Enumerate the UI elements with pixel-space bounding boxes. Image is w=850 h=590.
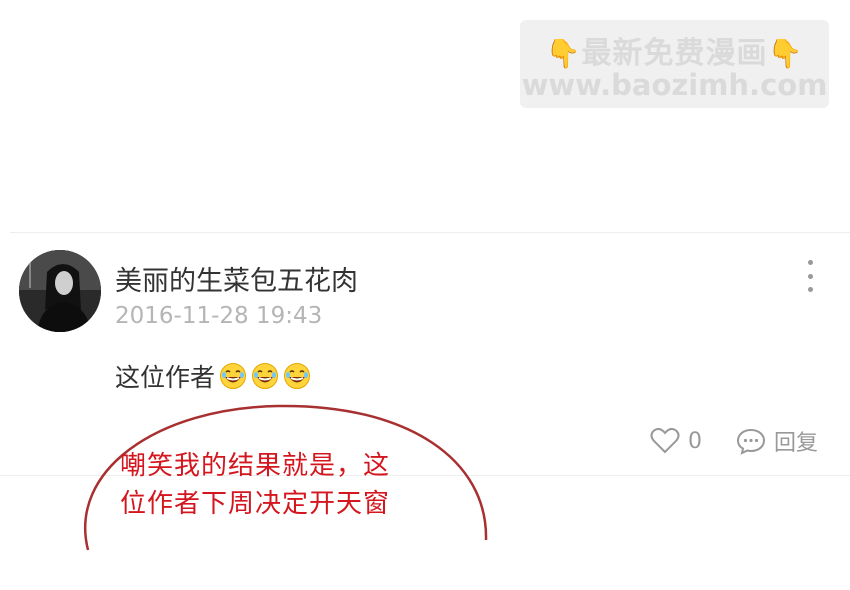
- laughing-tears-icon: [284, 363, 311, 389]
- like-count: 0: [688, 428, 702, 454]
- more-options-icon[interactable]: [798, 260, 822, 292]
- comment-text: 这位作者: [115, 363, 216, 392]
- heart-icon: [650, 427, 680, 454]
- comment-body: 这位作者: [115, 358, 311, 394]
- reply-label: 回复: [774, 431, 819, 456]
- annotation-line-2: 位作者下周决定开天窗: [120, 489, 391, 519]
- laughing-tears-icon: [220, 363, 247, 389]
- annotation-note: 嘲笑我的结果就是，这 位作者下周决定开天窗: [120, 447, 440, 523]
- reply-button[interactable]: 回复: [736, 425, 818, 457]
- laughing-tears-icon: [252, 363, 279, 389]
- annotation-line-1: 嘲笑我的结果就是，这: [120, 451, 391, 481]
- pointing-down-hand-icon: 👇: [545, 37, 582, 70]
- pointing-down-hand-icon: 👇: [767, 37, 804, 70]
- comment-actions: 0 回复: [650, 424, 818, 458]
- avatar[interactable]: [19, 250, 101, 332]
- speech-bubble-icon: [736, 428, 766, 455]
- like-button[interactable]: 0: [650, 427, 702, 455]
- watermark-banner: 👇最新免费漫画👇 www.baozimh.com: [520, 20, 829, 108]
- comment-timestamp: 2016-11-28 19:43: [115, 303, 323, 329]
- watermark-url: www.baozimh.com: [521, 68, 828, 102]
- watermark-title: 最新免费漫画: [581, 36, 768, 71]
- username[interactable]: 美丽的生菜包五花肉: [115, 259, 358, 298]
- top-divider: [10, 232, 850, 233]
